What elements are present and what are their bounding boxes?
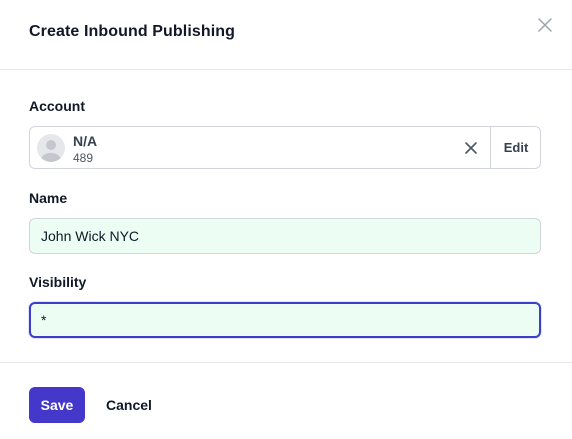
close-icon[interactable] — [535, 15, 555, 35]
dialog-header: Create Inbound Publishing — [0, 0, 572, 70]
footer-divider — [0, 362, 572, 363]
avatar — [37, 134, 65, 162]
create-inbound-publishing-dialog: Create Inbound Publishing Account N/A 48… — [0, 0, 572, 439]
account-selector[interactable]: N/A 489 Edit — [29, 126, 541, 169]
name-input[interactable] — [29, 218, 541, 254]
cancel-button[interactable]: Cancel — [97, 387, 161, 423]
account-id: 489 — [73, 151, 94, 165]
visibility-label: Visibility — [29, 274, 87, 290]
dialog-title: Create Inbound Publishing — [29, 23, 236, 40]
save-button[interactable]: Save — [29, 387, 85, 423]
edit-account-button[interactable]: Edit — [490, 127, 541, 168]
account-label: Account — [29, 98, 85, 114]
visibility-input[interactable] — [29, 302, 541, 338]
account-name: N/A — [73, 133, 98, 149]
clear-icon[interactable] — [464, 141, 478, 155]
name-label: Name — [29, 190, 68, 206]
